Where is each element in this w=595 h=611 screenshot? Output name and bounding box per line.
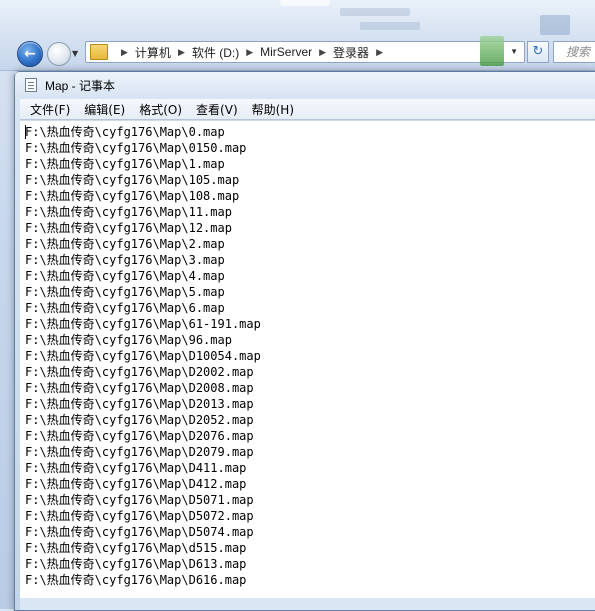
text-line: F:\热血传奇\cyfg176\Map\D616.map bbox=[25, 573, 247, 587]
text-line: F:\热血传奇\cyfg176\Map\D2079.map bbox=[25, 445, 254, 459]
text-line: F:\热血传奇\cyfg176\Map\108.map bbox=[25, 189, 240, 203]
text-line: F:\热血传奇\cyfg176\Map\D2013.map bbox=[25, 397, 254, 411]
text-line: F:\热血传奇\cyfg176\Map\6.map bbox=[25, 301, 225, 315]
chevron-down-icon[interactable]: ▼ bbox=[510, 47, 518, 56]
text-editor[interactable]: F:\热血传奇\cyfg176\Map\0.map F:\热血传奇\cyfg176… bbox=[20, 120, 595, 599]
address-bar[interactable]: ▶ 计算机 ▶ 软件 (D:) ▶ MirServer ▶ 登录器 ▶ ▼ bbox=[85, 41, 525, 63]
text-line: F:\热血传奇\cyfg176\Map\D5074.map bbox=[25, 525, 254, 539]
text-line: F:\热血传奇\cyfg176\Map\1.map bbox=[25, 157, 225, 171]
menu-edit[interactable]: 编辑(E) bbox=[84, 100, 125, 119]
text-line: F:\热血传奇\cyfg176\Map\D10054.map bbox=[25, 349, 261, 363]
breadcrumb-launcher[interactable]: 登录器 bbox=[333, 44, 369, 61]
text-line: F:\热血传奇\cyfg176\Map\D2052.map bbox=[25, 413, 254, 427]
forward-arrow-icon[interactable] bbox=[47, 42, 71, 66]
explorer-toolbar: ← ▼ ▶ 计算机 ▶ 软件 (D:) ▶ MirServer ▶ 登录器 ▶ … bbox=[0, 0, 595, 71]
text-line: F:\热血传奇\cyfg176\Map\61-191.map bbox=[25, 317, 261, 331]
explorer-top-title bbox=[280, 0, 330, 6]
menu-format[interactable]: 格式(O) bbox=[139, 100, 182, 119]
breadcrumb-mirserver[interactable]: MirServer bbox=[260, 45, 312, 59]
text-line: F:\热血传奇\cyfg176\Map\96.map bbox=[25, 333, 232, 347]
text-line: F:\热血传奇\cyfg176\Map\0150.map bbox=[25, 141, 247, 155]
text-line: F:\热血传奇\cyfg176\Map\3.map bbox=[25, 253, 225, 267]
text-line: F:\热血传奇\cyfg176\Map\12.map bbox=[25, 221, 232, 235]
text-line: F:\热血传奇\cyfg176\Map\D412.map bbox=[25, 477, 247, 491]
chevron-right-icon[interactable]: ▶ bbox=[246, 47, 253, 58]
text-line: F:\热血传奇\cyfg176\Map\11.map bbox=[25, 205, 232, 219]
text-line: F:\热血传奇\cyfg176\Map\D2076.map bbox=[25, 429, 254, 443]
folder-icon bbox=[90, 44, 108, 60]
text-line: F:\热血传奇\cyfg176\Map\D2002.map bbox=[25, 365, 254, 379]
notepad-icon bbox=[25, 78, 37, 92]
back-arrow-icon[interactable]: ← bbox=[17, 41, 43, 67]
recent-pages-dropdown-icon[interactable]: ▼ bbox=[72, 49, 78, 58]
text-line: F:\热血传奇\cyfg176\Map\D5071.map bbox=[25, 493, 254, 507]
text-content: F:\热血传奇\cyfg176\Map\0.map F:\热血传奇\cyfg176… bbox=[25, 124, 261, 588]
text-line: F:\热血传奇\cyfg176\Map\4.map bbox=[25, 269, 225, 283]
notepad-window: Map - 记事本 文件(F) 编辑(E) 格式(O) 查看(V) 帮助(H) … bbox=[14, 71, 595, 611]
text-line: F:\热血传奇\cyfg176\Map\D411.map bbox=[25, 461, 247, 475]
menu-help[interactable]: 帮助(H) bbox=[252, 100, 294, 119]
text-line: F:\热血传奇\cyfg176\Map\D613.map bbox=[25, 557, 247, 571]
text-line: F:\热血传奇\cyfg176\Map\D2008.map bbox=[25, 381, 254, 395]
menu-bar: 文件(F) 编辑(E) 格式(O) 查看(V) 帮助(H) bbox=[20, 99, 595, 120]
title-bar[interactable]: Map - 记事本 bbox=[15, 72, 595, 98]
window-title: Map - 记事本 bbox=[45, 79, 116, 93]
background-blur bbox=[360, 22, 420, 30]
text-line: F:\热血传奇\cyfg176\Map\0.map bbox=[25, 125, 225, 139]
search-input[interactable]: 搜索 bbox=[553, 41, 595, 63]
background-icon bbox=[540, 15, 570, 35]
chevron-right-icon[interactable]: ▶ bbox=[121, 47, 128, 58]
window-bottom-edge bbox=[20, 598, 595, 610]
text-line: F:\热血传奇\cyfg176\Map\5.map bbox=[25, 285, 225, 299]
text-line: F:\热血传奇\cyfg176\Map\d515.map bbox=[25, 541, 247, 555]
text-line: F:\热血传奇\cyfg176\Map\105.map bbox=[25, 173, 240, 187]
chevron-right-icon[interactable]: ▶ bbox=[376, 47, 383, 58]
text-line: F:\热血传奇\cyfg176\Map\D5072.map bbox=[25, 509, 254, 523]
breadcrumb-computer[interactable]: 计算机 bbox=[135, 44, 171, 61]
background-app-icon bbox=[480, 36, 504, 66]
text-line: F:\热血传奇\cyfg176\Map\2.map bbox=[25, 237, 225, 251]
background-blur bbox=[340, 8, 410, 16]
menu-file[interactable]: 文件(F) bbox=[30, 100, 70, 119]
chevron-right-icon[interactable]: ▶ bbox=[319, 47, 326, 58]
chevron-right-icon[interactable]: ▶ bbox=[178, 47, 185, 58]
breadcrumb-drive[interactable]: 软件 (D:) bbox=[192, 44, 239, 61]
menu-view[interactable]: 查看(V) bbox=[196, 100, 238, 119]
refresh-icon[interactable]: ↻ bbox=[527, 41, 549, 63]
